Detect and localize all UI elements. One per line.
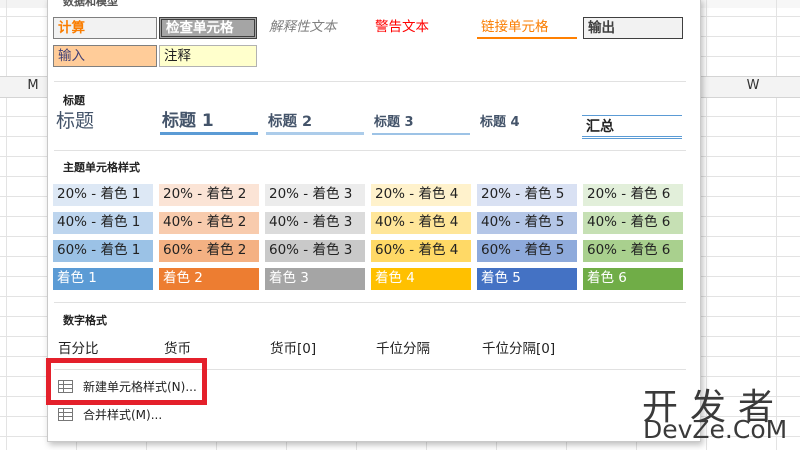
style-input[interactable]: 输入	[53, 45, 157, 67]
theme-style-cell[interactable]: 20% - 着色 2	[159, 184, 259, 206]
section-title-titles: 标题	[63, 94, 85, 107]
watermark-url: DevZe.CoM	[643, 415, 788, 444]
style-comma[interactable]: 千位分隔	[372, 339, 472, 361]
theme-style-cell[interactable]: 40% - 着色 5	[477, 212, 577, 234]
theme-style-cell[interactable]: 着色 6	[583, 268, 683, 290]
cell-style-icon	[58, 408, 73, 421]
theme-style-cell[interactable]: 60% - 着色 2	[159, 240, 259, 262]
theme-style-cell[interactable]: 20% - 着色 1	[53, 184, 153, 206]
theme-style-cell[interactable]: 40% - 着色 3	[265, 212, 365, 234]
style-heading-2[interactable]: 标题 2	[266, 109, 364, 135]
theme-style-cell[interactable]: 40% - 着色 6	[583, 212, 683, 234]
theme-style-cell[interactable]: 60% - 着色 6	[583, 240, 683, 262]
column-header-w[interactable]: W	[723, 76, 783, 96]
separator	[54, 302, 686, 303]
theme-style-cell[interactable]: 60% - 着色 4	[371, 240, 471, 262]
style-calc[interactable]: 计算	[53, 17, 157, 39]
style-check-cell[interactable]: 检查单元格	[159, 17, 257, 39]
style-title[interactable]: 标题	[56, 109, 156, 135]
section-title-number-format: 数字格式	[63, 314, 107, 327]
style-output[interactable]: 输出	[583, 17, 683, 39]
theme-style-cell[interactable]: 20% - 着色 6	[583, 184, 683, 206]
theme-style-cell[interactable]: 20% - 着色 4	[371, 184, 471, 206]
theme-style-cell[interactable]: 60% - 着色 5	[477, 240, 577, 262]
merge-styles-label: 合并样式(M)...	[83, 408, 163, 422]
theme-style-cell[interactable]: 40% - 着色 1	[53, 212, 153, 234]
theme-style-cell[interactable]: 40% - 着色 4	[371, 212, 471, 234]
separator	[54, 150, 686, 151]
separator	[54, 81, 686, 82]
highlight-box	[46, 358, 207, 405]
style-heading-3[interactable]: 标题 3	[372, 109, 470, 135]
theme-style-cell[interactable]: 40% - 着色 2	[159, 212, 259, 234]
theme-style-cell[interactable]: 20% - 着色 5	[477, 184, 577, 206]
style-heading-1[interactable]: 标题 1	[160, 109, 258, 135]
section-title-theme-styles: 主题单元格样式	[63, 161, 140, 174]
style-total[interactable]: 汇总	[582, 115, 682, 139]
theme-style-cell[interactable]: 着色 1	[53, 268, 153, 290]
theme-style-cell[interactable]: 20% - 着色 3	[265, 184, 365, 206]
style-currency-0[interactable]: 货币[0]	[266, 339, 366, 361]
style-note[interactable]: 注释	[159, 45, 257, 67]
theme-style-cell[interactable]: 着色 3	[265, 268, 365, 290]
style-explanatory-text[interactable]: 解释性文本	[265, 17, 369, 39]
theme-style-cell[interactable]: 60% - 着色 3	[265, 240, 365, 262]
theme-style-cell[interactable]: 着色 5	[477, 268, 577, 290]
theme-style-cell[interactable]: 着色 2	[159, 268, 259, 290]
style-heading-4[interactable]: 标题 4	[478, 109, 576, 135]
style-comma-0[interactable]: 千位分隔[0]	[478, 339, 578, 361]
merge-styles-menu-item[interactable]: 合并样式(M)...	[58, 404, 162, 426]
section-title-data-model: 数据和模型	[63, 0, 118, 8]
theme-style-cell[interactable]: 60% - 着色 1	[53, 240, 153, 262]
style-linked-cell[interactable]: 链接单元格	[477, 17, 577, 39]
theme-style-cell[interactable]: 着色 4	[371, 268, 471, 290]
style-warning-text[interactable]: 警告文本	[371, 17, 475, 39]
